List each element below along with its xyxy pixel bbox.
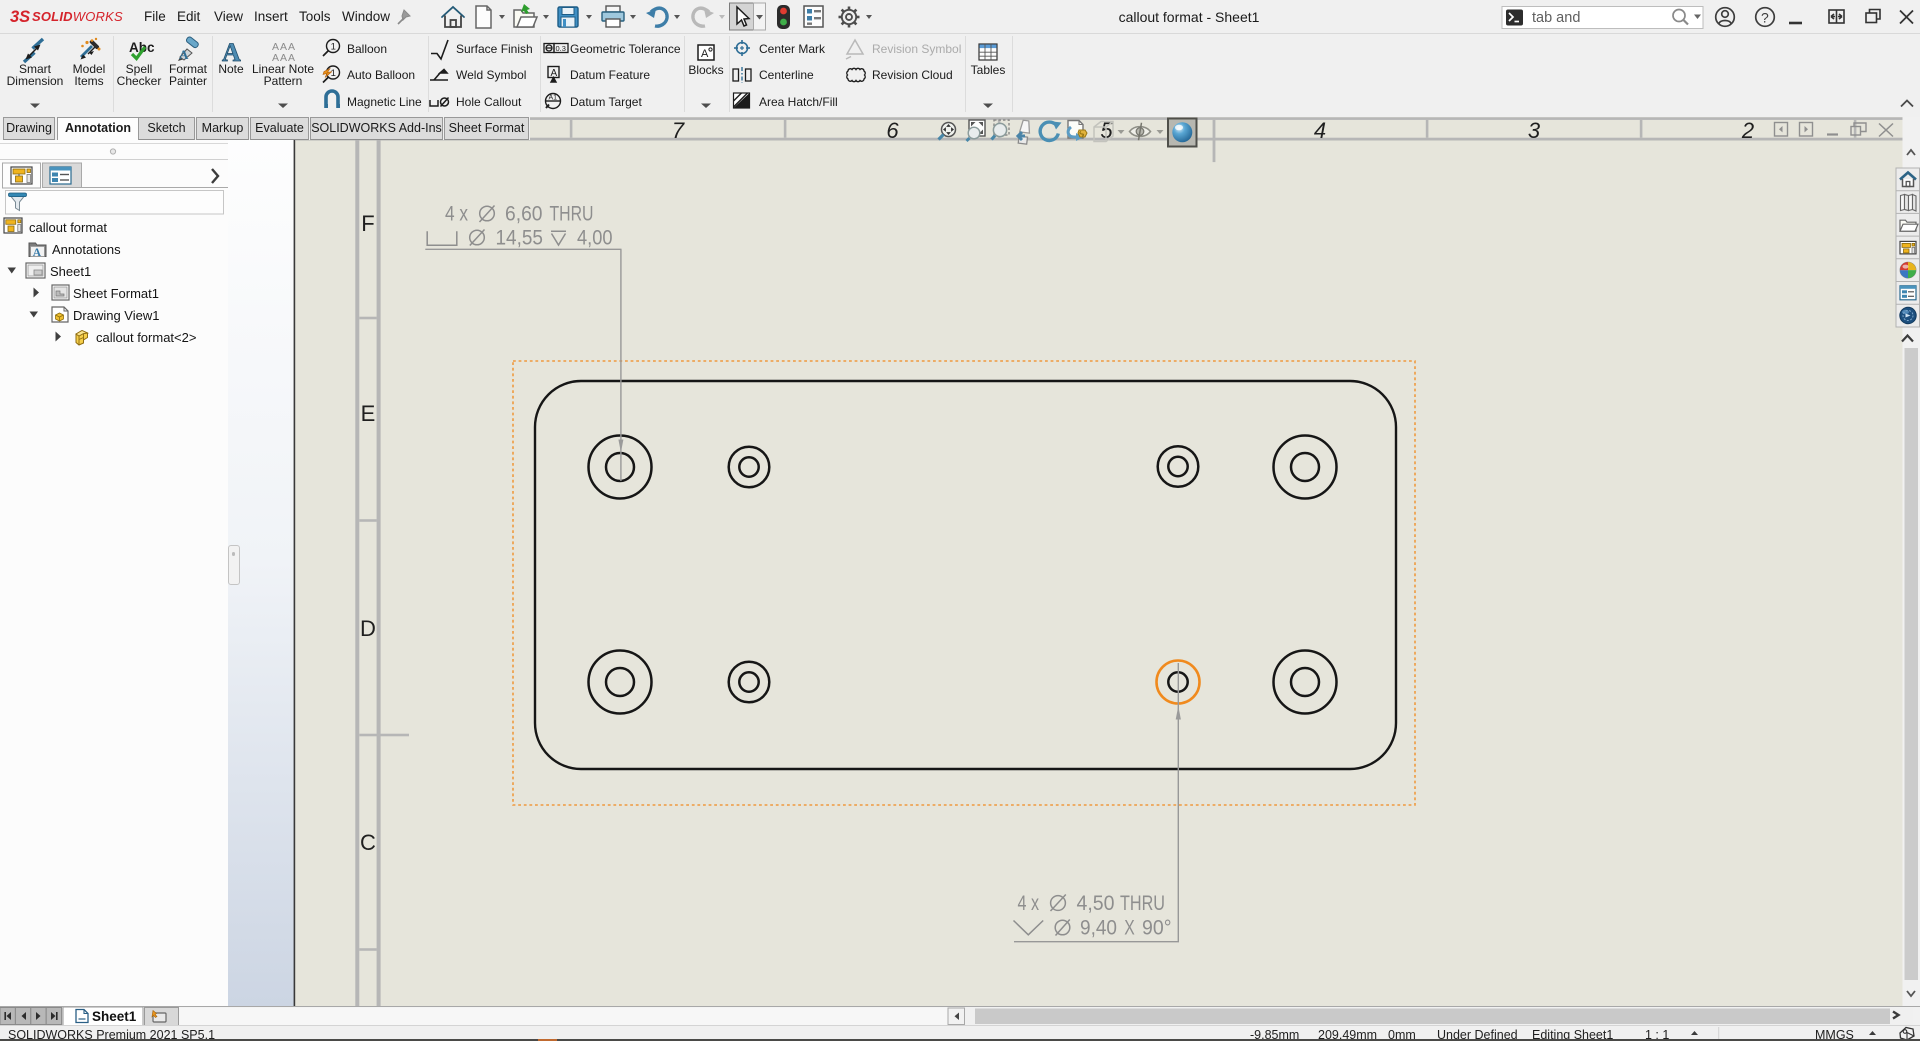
svg-text:1: 1 <box>331 68 336 79</box>
svg-text:1: 1 <box>331 42 336 53</box>
svg-text:A1: A1 <box>549 95 558 102</box>
svg-text:?: ? <box>1761 10 1769 26</box>
svg-text:THRU: THRU <box>550 203 594 226</box>
svg-text:D: D <box>360 616 376 641</box>
svg-text:14,55: 14,55 <box>496 227 544 250</box>
svg-text:4,00: 4,00 <box>577 227 613 250</box>
svg-text:A: A <box>222 38 241 67</box>
svg-text:4 x: 4 x <box>445 203 468 226</box>
svg-text:3S: 3S <box>10 8 30 26</box>
svg-text:4: 4 <box>1314 118 1326 143</box>
svg-text:AAA: AAA <box>272 52 296 64</box>
svg-text:A: A <box>179 47 189 62</box>
svg-text:SOLIDWORKS: SOLIDWORKS <box>32 9 123 24</box>
svg-text:THRU: THRU <box>1120 892 1165 915</box>
svg-text:X: X <box>1124 917 1135 940</box>
svg-text:4 x: 4 x <box>1018 892 1040 915</box>
svg-text:90°: 90° <box>1142 917 1172 940</box>
svg-text:2: 2 <box>1741 118 1754 143</box>
svg-text:C: C <box>360 830 376 855</box>
svg-text:A: A <box>33 247 42 259</box>
svg-text:0.3: 0.3 <box>556 44 566 53</box>
svg-text:E: E <box>361 401 376 426</box>
svg-text:7: 7 <box>672 118 685 143</box>
svg-text:A: A <box>701 48 709 60</box>
svg-text:tab and: tab and <box>1532 10 1580 26</box>
svg-text:Sheet1: Sheet1 <box>92 1009 137 1024</box>
svg-text:6,60: 6,60 <box>505 203 543 226</box>
svg-text:9,40: 9,40 <box>1080 917 1117 940</box>
svg-text:4,50: 4,50 <box>1077 892 1115 915</box>
svg-text:F: F <box>361 211 374 236</box>
svg-text:6: 6 <box>886 118 899 143</box>
svg-text:3: 3 <box>1528 118 1541 143</box>
